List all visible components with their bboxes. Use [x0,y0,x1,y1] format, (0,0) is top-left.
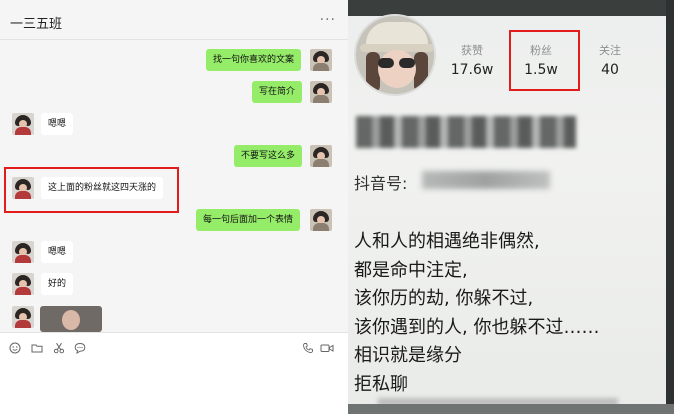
blurred-username [356,116,576,148]
my-avatar[interactable] [310,49,332,71]
my-avatar[interactable] [310,209,332,231]
bio-line: 相识就是缘分 [354,345,462,366]
contact-avatar[interactable] [12,113,34,135]
message-bubble[interactable]: 这上面的粉丝就这四天涨的 [41,177,164,199]
chat-title: 一三五班 [10,17,63,32]
bio-line: 都是命中注定, [354,259,468,281]
message-bubble[interactable]: 嗯嗯 [41,113,74,135]
profile-bio: 人和人的相遇绝非偶然, 都是命中注定, 该你历的劫, 你躲不过, 该你遇到的人,… [354,228,666,399]
more-options-button[interactable]: ... [320,8,336,24]
highlight-box [509,30,580,91]
video-icon[interactable] [320,342,334,354]
bio-line: 拒私聊 [354,373,408,395]
message-list[interactable]: 找一句你喜欢的文案 写在简介 嗯嗯 不要写这么多 这上面的粉丝就这四天涨的 每一… [0,40,348,332]
message-bubble[interactable]: 好的 [41,273,74,295]
blurred-id [422,171,550,189]
my-avatar[interactable] [310,81,332,103]
phone-frame [666,0,674,414]
douyin-id-label: 抖音号: [354,174,408,193]
message-bubble[interactable]: 嗯嗯 [41,241,74,263]
chat-input-area[interactable] [0,332,348,414]
chat-window: 一三五班 ... 找一句你喜欢的文案 写在简介 嗯嗯 不要写这么多 这上面的粉丝… [0,0,348,414]
chat-header: 一三五班 ... [0,0,348,40]
stat-following: 关注 40 [580,44,640,80]
contact-avatar[interactable] [12,241,34,263]
message-bubble[interactable]: 找一句你喜欢的文案 [206,49,302,71]
folder-icon[interactable] [31,342,43,354]
emoji-icon[interactable] [9,342,21,354]
contact-avatar[interactable] [12,306,34,328]
message-bubble[interactable]: 写在简介 [252,81,303,103]
phone-icon[interactable] [302,342,314,354]
profile-avatar [354,14,436,96]
chat-bubble-icon[interactable] [74,342,86,354]
phone-frame [348,404,674,414]
stat-value: 17.6w [450,62,494,78]
stat-likes: 获赞 17.6w [442,44,502,80]
stat-value: 40 [601,62,619,78]
profile-screenshot: 获赞 17.6w 粉丝 1.5w 关注 40 抖音号: 人和人的相遇绝非偶然, … [348,0,674,414]
stat-label: 获赞 [461,44,483,57]
image-message[interactable] [40,306,102,332]
bio-line: 该你遇到的人, 你也躲不过…… [354,316,600,338]
scissors-icon[interactable] [53,342,65,354]
bio-line: 人和人的相遇绝非偶然, [354,231,540,252]
contact-avatar[interactable] [12,273,34,295]
message-bubble[interactable]: 每一句后面加一个表情 [196,209,301,231]
bio-line: 该你历的劫, 你躲不过, [354,288,534,309]
message-bubble[interactable]: 不要写这么多 [234,145,303,167]
contact-avatar[interactable] [12,177,34,199]
my-avatar[interactable] [310,145,332,167]
stat-label: 关注 [599,44,621,57]
